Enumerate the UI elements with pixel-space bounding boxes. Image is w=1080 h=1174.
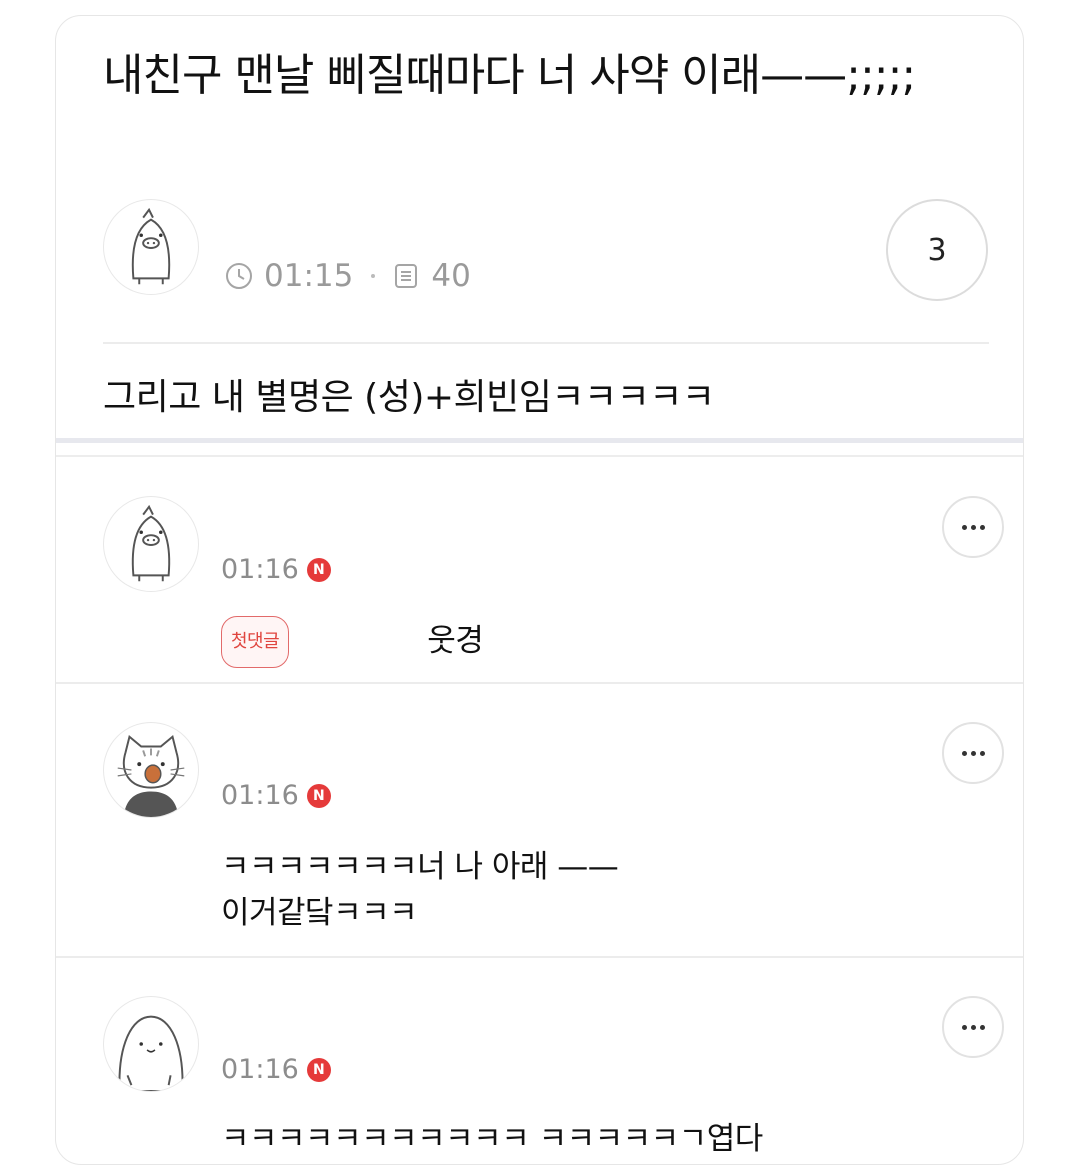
comment-time: 01:16 — [221, 780, 299, 811]
commenter-avatar[interactable] — [103, 996, 199, 1092]
comment-separator — [56, 956, 1023, 958]
more-dots-icon — [961, 524, 967, 530]
more-options-button[interactable] — [942, 722, 1004, 784]
more-options-button[interactable] — [942, 496, 1004, 558]
post-title: 내친구 맨날 삐질때마다 너 사약 이래——;;;;; — [103, 50, 916, 101]
new-badge: N — [306, 1057, 331, 1082]
seal-avatar-icon — [118, 1015, 184, 1091]
commenter-avatar[interactable] — [103, 496, 199, 592]
more-dots-icon — [961, 1024, 967, 1030]
penguin-avatar-icon — [131, 504, 171, 582]
comment-text-line: 이거같닼ㅋㅋㅋ — [221, 895, 418, 931]
comment-text-row: 첫댓글 웃경 — [221, 616, 484, 668]
comment-count-button[interactable]: 3 — [886, 199, 988, 301]
author-avatar[interactable] — [103, 199, 199, 295]
more-dots-icon — [961, 750, 967, 756]
post-body: 그리고 내 별명은 (성)+희빈임ㅋㅋㅋㅋㅋ — [103, 377, 715, 418]
comment-time-row: 01:16 N — [221, 554, 331, 585]
comment-time-row: 01:16 N — [221, 1054, 331, 1085]
comment-separator — [56, 682, 1023, 684]
comment-text: 웃경 — [427, 623, 484, 659]
comment-time: 01:16 — [221, 554, 299, 585]
post-card: 내친구 맨날 삐질때마다 너 사약 이래——;;;;; 01:15 40 3 그… — [55, 15, 1024, 1165]
first-comment-badge: 첫댓글 — [221, 616, 290, 668]
section-separator-line — [56, 455, 1023, 457]
comment-text-line: ㅋㅋㅋㅋㅋㅋㅋ너 나 아래 —— — [221, 849, 619, 885]
post-views: 40 — [431, 258, 471, 294]
more-options-button[interactable] — [942, 996, 1004, 1058]
new-badge: N — [306, 557, 331, 582]
divider — [103, 342, 989, 344]
new-badge: N — [306, 783, 331, 808]
comment-time-row: 01:16 N — [221, 780, 331, 811]
clock-icon — [226, 263, 252, 289]
commenter-avatar[interactable] — [103, 722, 199, 818]
post-meta: 01:15 40 — [224, 256, 471, 296]
section-separator — [56, 438, 1023, 443]
cat-avatar-icon — [117, 734, 185, 817]
comment-text-block: ㅋㅋㅋㅋㅋㅋㅋ너 나 아래 —— 이거같닼ㅋㅋㅋ — [221, 844, 619, 936]
document-icon — [395, 264, 418, 288]
post-time: 01:15 — [264, 258, 354, 294]
penguin-avatar-icon — [131, 207, 171, 285]
comment-text: ㅋㅋㅋㅋㅋㅋㅋㅋㅋㅋㅋ ㅋㅋㅋㅋㅋㄱ엽다 — [221, 1121, 763, 1157]
meta-dot-separator — [371, 274, 376, 278]
comment-time: 01:16 — [221, 1054, 299, 1085]
